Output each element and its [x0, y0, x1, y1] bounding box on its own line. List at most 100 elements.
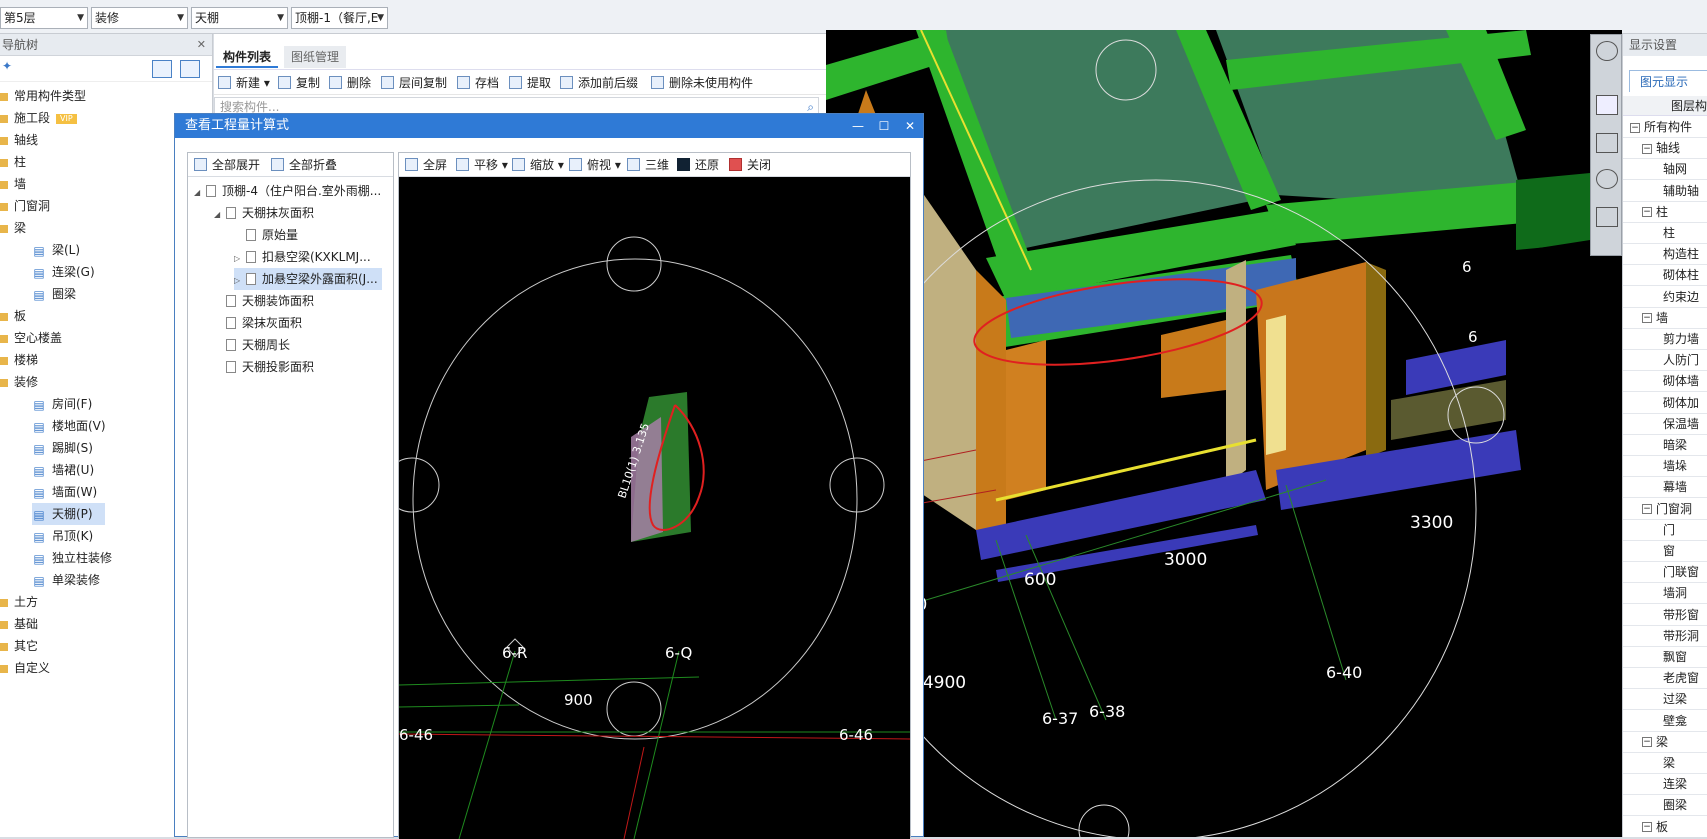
category-select[interactable]: 装修 ▼	[91, 7, 188, 29]
nav-tree-item[interactable]: ▤ 天棚(P)	[32, 503, 105, 525]
expand-toggle-icon[interactable]: ◢	[214, 204, 226, 226]
display-setting-row[interactable]: 门联窗	[1623, 562, 1707, 584]
collapse-toggle-icon[interactable]: −	[1642, 313, 1652, 324]
cad-canvas[interactable]: BL10(1) 3.135 6-R 6-Q 900 6-46 6-46	[399, 177, 910, 839]
nav-tree-item[interactable]: ▤ 梁(L)	[32, 239, 80, 261]
display-setting-row[interactable]: 剪力墙	[1623, 329, 1707, 350]
collapse-toggle-icon[interactable]: −	[1630, 122, 1640, 133]
nav-tree-item[interactable]: 常用构件类型	[0, 85, 86, 107]
expand-all-button[interactable]: 全部展开	[194, 156, 260, 174]
nav-tree-item[interactable]: ▤ 圈梁	[32, 283, 76, 305]
new-button[interactable]: 新建 ▾	[218, 74, 270, 92]
extract-button[interactable]: 提取	[509, 74, 551, 92]
nav-tree-item[interactable]: 施工段 VIP	[0, 107, 77, 129]
pin-icon[interactable]: ✦	[2, 59, 12, 73]
nav-tree-item[interactable]: ▤ 房间(F)	[32, 393, 92, 415]
display-setting-row[interactable]: − 轴线	[1623, 138, 1707, 160]
expand-toggle-icon[interactable]: ◢	[194, 182, 206, 204]
floor-copy-button[interactable]: 层间复制	[381, 74, 447, 92]
close-icon[interactable]: ✕	[897, 114, 923, 138]
display-setting-row[interactable]: 墙垛	[1623, 456, 1707, 478]
tab-drawing-management[interactable]: 图纸管理	[284, 46, 347, 68]
display-setting-row[interactable]: 构造柱	[1623, 244, 1707, 266]
nav-tree-item[interactable]: 土方	[0, 591, 38, 613]
archive-button[interactable]: 存档	[457, 74, 499, 92]
delete-button[interactable]: 删除	[329, 74, 371, 92]
display-setting-row[interactable]: − 门窗洞	[1623, 499, 1707, 520]
collapse-all-button[interactable]: 全部折叠	[271, 156, 337, 174]
nav-tree-item[interactable]: 柱	[0, 151, 26, 173]
close-view-button[interactable]: 关闭	[729, 156, 771, 174]
display-setting-row[interactable]: 墙洞	[1623, 583, 1707, 605]
nav-tree-item[interactable]: ▤ 墙裙(U)	[32, 459, 94, 481]
cube-iso-icon[interactable]	[1596, 133, 1618, 153]
close-icon[interactable]: ✕	[197, 34, 206, 56]
display-setting-row[interactable]: 老虎窗	[1623, 668, 1707, 690]
nav-tree-item[interactable]: 梁	[0, 217, 26, 239]
tab-component-list[interactable]: 构件列表	[216, 46, 279, 68]
type-select[interactable]: 天棚 ▼	[191, 7, 288, 29]
top-view-button[interactable]: 俯视 ▾	[569, 156, 621, 174]
restore-button[interactable]: 还原	[677, 156, 719, 174]
display-setting-row[interactable]: − 柱	[1623, 202, 1707, 223]
nav-tree-item[interactable]: 其它	[0, 635, 38, 657]
copy-button[interactable]: 复制	[278, 74, 320, 92]
nav-tree-item[interactable]: 自定义	[0, 657, 50, 679]
formula-tree-item[interactable]: 原始量	[234, 224, 298, 246]
display-setting-row[interactable]: 柱	[1623, 223, 1707, 244]
collapse-toggle-icon[interactable]: −	[1642, 737, 1652, 748]
rotate-icon[interactable]	[1596, 169, 1618, 189]
display-setting-row[interactable]: − 所有构件	[1623, 117, 1707, 138]
formula-tree-item[interactable]: ▷ 加悬空梁外露面积(J...	[234, 268, 382, 290]
nav-tree-item[interactable]: ▤ 独立柱装修	[32, 547, 112, 569]
nav-tree-item[interactable]: ▤ 墙面(W)	[32, 481, 97, 503]
display-setting-row[interactable]: 带形窗	[1623, 605, 1707, 626]
nav-tree-item[interactable]: 基础	[0, 613, 38, 635]
display-setting-row[interactable]: 窗	[1623, 541, 1707, 562]
display-setting-row[interactable]: 砌体柱	[1623, 265, 1707, 287]
3d-button[interactable]: 三维	[627, 156, 669, 174]
display-setting-row[interactable]: 壁龛	[1623, 711, 1707, 732]
display-setting-row[interactable]: 带形洞	[1623, 626, 1707, 647]
cube-front-icon[interactable]	[1596, 95, 1618, 115]
formula-tree-item[interactable]: ◢ 天棚抹灰面积	[214, 202, 314, 224]
minimize-icon[interactable]: —	[845, 114, 871, 138]
display-setting-row[interactable]: 暗梁	[1623, 435, 1707, 456]
display-setting-row[interactable]: 轴网	[1623, 159, 1707, 181]
pan-button[interactable]: 平移 ▾	[456, 156, 508, 174]
collapse-toggle-icon[interactable]: −	[1642, 207, 1652, 218]
nav-tree-item[interactable]: 装修	[0, 371, 38, 393]
expand-toggle-icon[interactable]: ▷	[234, 248, 246, 270]
fullscreen-button[interactable]: 全屏	[405, 156, 447, 174]
expand-toggle-icon[interactable]: ▷	[234, 270, 246, 292]
display-setting-row[interactable]: 砌体加	[1623, 393, 1707, 414]
floor-select[interactable]: 第5层 ▼	[0, 7, 88, 29]
nav-tree-item[interactable]: 墙	[0, 173, 26, 195]
list-view-icon[interactable]	[152, 60, 172, 78]
nav-tree-item[interactable]: ▤ 连梁(G)	[32, 261, 94, 283]
nav-tree-item[interactable]: ▤ 吊顶(K)	[32, 525, 93, 547]
collapse-toggle-icon[interactable]: −	[1642, 504, 1652, 515]
display-setting-row[interactable]: − 墙	[1623, 308, 1707, 329]
nav-tree-item[interactable]: 板	[0, 305, 26, 327]
formula-tree-item[interactable]: ▷ 扣悬空梁(KXKLMJ...	[234, 246, 371, 268]
display-setting-row[interactable]: − 板	[1623, 817, 1707, 837]
formula-tree-item[interactable]: 梁抹灰面积	[214, 312, 302, 334]
nav-tree-item[interactable]: 空心楼盖	[0, 327, 62, 349]
orbit-icon[interactable]	[1596, 41, 1618, 61]
display-setting-row[interactable]: 保温墙	[1623, 414, 1707, 435]
formula-tree-item[interactable]: ◢ 顶棚-4（住户阳台.室外雨棚...	[194, 180, 381, 202]
detail-view-icon[interactable]	[180, 60, 200, 78]
maximize-icon[interactable]: ☐	[871, 114, 897, 138]
add-affix-button[interactable]: 添加前后缀	[560, 74, 638, 92]
formula-tree-item[interactable]: 天棚周长	[214, 334, 290, 356]
nav-tree-item[interactable]: ▤ 楼地面(V)	[32, 415, 105, 437]
tab-element-display[interactable]: 图元显示	[1629, 70, 1707, 92]
formula-tree-item[interactable]: 天棚装饰面积	[214, 290, 314, 312]
nav-tree-item[interactable]: 门窗洞	[0, 195, 50, 217]
display-setting-row[interactable]: 砌体墙	[1623, 371, 1707, 393]
display-setting-row[interactable]: 门	[1623, 520, 1707, 541]
nav-tree-item[interactable]: 轴线	[0, 129, 38, 151]
delete-unused-button[interactable]: 删除未使用构件	[651, 74, 753, 92]
display-setting-row[interactable]: 幕墙	[1623, 477, 1707, 499]
